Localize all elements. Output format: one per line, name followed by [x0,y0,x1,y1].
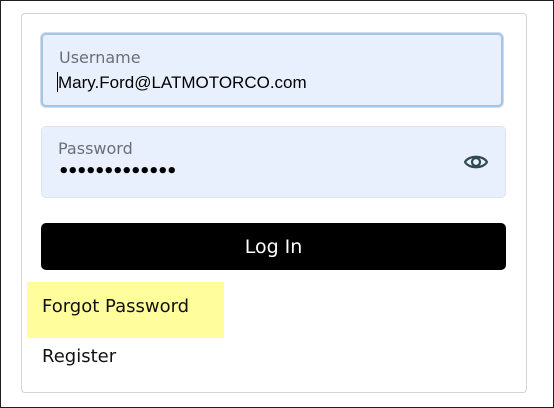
password-label: Password [58,139,133,158]
password-input[interactable]: ••••••••••••• [58,161,178,182]
login-button[interactable]: Log In [41,223,506,270]
password-field[interactable]: Password ••••••••••••• [41,126,506,198]
register-link[interactable]: Register [42,346,116,367]
username-field[interactable]: Username [41,33,503,107]
username-input[interactable] [58,73,478,93]
eye-icon[interactable] [463,149,489,175]
forgot-password-link[interactable]: Forgot Password [42,296,189,317]
username-label: Username [59,48,141,67]
